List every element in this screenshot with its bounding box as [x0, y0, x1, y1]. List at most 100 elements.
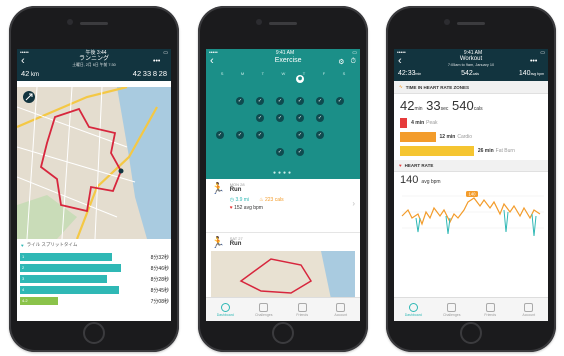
- zone-row: 12 min Cardio: [400, 131, 542, 143]
- more-icon[interactable]: •••: [153, 58, 167, 65]
- gear-icon[interactable]: ⚙: [338, 58, 344, 66]
- phone-right: ••••• 9:41 AM ▭ ‹ Workout 7:05am to 9am, Ja…: [386, 6, 556, 352]
- day-complete-check-icon[interactable]: ✓: [316, 114, 324, 122]
- heart-rate-unit: avg bpm: [421, 179, 441, 186]
- page-title: Workout: [459, 56, 483, 62]
- today-marker-icon[interactable]: ⬢: [296, 75, 304, 83]
- back-icon[interactable]: ‹: [210, 56, 224, 67]
- nav-bar: ‹ ランニング 土曜日, 2月 6日 午前 7:30 •••: [17, 56, 171, 67]
- day-complete-check-icon[interactable]: ✓: [316, 97, 324, 105]
- page-title: Exercise: [274, 57, 302, 65]
- weekday-label: M: [240, 71, 245, 76]
- more-icon[interactable]: •••: [530, 58, 544, 65]
- battery-icon: ▭: [352, 49, 357, 56]
- split-time: 7分08秒: [150, 299, 169, 305]
- split-bar: 1: [20, 253, 113, 261]
- weekday-label: T: [261, 71, 265, 76]
- stat-bpm: 140: [518, 70, 531, 78]
- front-camera: [67, 19, 73, 25]
- day-complete-check-icon[interactable]: ✓: [276, 148, 284, 156]
- total-sec: 33: [426, 98, 441, 114]
- weekday-label: T: [302, 71, 306, 76]
- stat-duration-c: 8: [152, 69, 157, 79]
- tab-challenges[interactable]: Challenges: [245, 298, 284, 321]
- day-complete-check-icon[interactable]: ✓: [256, 131, 264, 139]
- heart-rate-value: 140: [400, 174, 419, 187]
- split-time: 8分45秒: [150, 288, 169, 294]
- stat-distance-unit: km: [31, 72, 40, 79]
- split-time: 8分46秒: [150, 266, 169, 272]
- split-row: 4 8分45秒: [17, 285, 171, 295]
- phone-left: ••••• 午後 3:44 ▭ ‹ ランニング 土曜日, 2月 6日 午前 7:30 …: [9, 6, 179, 352]
- workout-header: ••••• 9:41 AM ▭ ‹ Workout 7:05am to 9am, Ja…: [394, 49, 548, 82]
- tab-label: Account: [522, 312, 536, 317]
- status-bar: ••••• 9:41 AM ▭: [206, 49, 360, 56]
- zone-label: 4 min Peak: [411, 120, 437, 126]
- page-subtitle: 土曜日, 2月 6日 午前 7:30: [72, 62, 116, 67]
- split-time: 8分32秒: [150, 255, 169, 261]
- page-title: ランニング: [78, 56, 109, 62]
- exercise-card-2[interactable]: 🏃 SAT 27 Run: [206, 233, 360, 304]
- day-complete-check-icon[interactable]: ✓: [296, 97, 304, 105]
- back-icon[interactable]: ‹: [21, 56, 35, 67]
- day-complete-check-icon[interactable]: ✓: [296, 148, 304, 156]
- tab-account[interactable]: Account: [322, 298, 361, 321]
- stat-calories-unit: cals: [472, 72, 479, 77]
- nav-title: ランニング 土曜日, 2月 6日 午前 7:30: [72, 56, 115, 67]
- zones-total: 42min 33sec 540cals: [394, 94, 548, 115]
- status-bar: ••••• 9:41 AM ▭: [394, 49, 548, 56]
- stat-duration-d: 28: [158, 69, 167, 79]
- splits-header: ♥ ライル スプリットタイム: [17, 239, 171, 251]
- route-map-svg: [17, 85, 171, 240]
- home-button[interactable]: [83, 322, 105, 344]
- clock-icon: ◷: [229, 197, 235, 203]
- tab-account[interactable]: Account: [510, 298, 549, 321]
- challenges-icon: [259, 302, 269, 312]
- zone-row: 26 min Fat Burn: [400, 145, 542, 157]
- splits-section: ♥ ライル スプリットタイム 1 8分32秒 2 8分46秒 3 8分28秒 4 8分45秒 4.…: [17, 239, 171, 321]
- total-min: 42: [400, 98, 415, 114]
- split-row: 1 8分32秒: [17, 252, 171, 262]
- card-heart-rate: 152 avg bpm: [234, 205, 263, 211]
- tab-dashboard[interactable]: Dashboard: [394, 298, 433, 321]
- screen-workout: ••••• 9:41 AM ▭ ‹ Workout 7:05am to 9am, Ja…: [394, 49, 548, 321]
- zone-bar: [400, 118, 408, 129]
- stat-distance: 42: [21, 69, 30, 79]
- zone-name: Cardio: [457, 134, 473, 141]
- tab-dashboard[interactable]: Dashboard: [206, 298, 245, 321]
- heart-rate-line: [401, 197, 541, 226]
- home-button[interactable]: [460, 322, 482, 344]
- day-complete-check-icon[interactable]: ✓: [296, 114, 304, 122]
- stat-bpm-unit: avg bpm: [530, 72, 544, 77]
- route-end-marker: [118, 168, 124, 174]
- zone-label: 26 min Fat Burn: [478, 148, 515, 154]
- tab-friends[interactable]: Friends: [283, 298, 322, 321]
- tab-challenges[interactable]: Challenges: [433, 298, 472, 321]
- card-activity: Run: [229, 187, 242, 193]
- day-complete-check-icon[interactable]: ✓: [256, 97, 264, 105]
- home-button[interactable]: [272, 322, 294, 344]
- tab-friends[interactable]: Friends: [471, 298, 510, 321]
- day-complete-check-icon[interactable]: ✓: [296, 131, 304, 139]
- zone-bar: [400, 146, 474, 157]
- tab-label: Dashboard: [216, 312, 234, 317]
- back-icon[interactable]: ‹: [398, 56, 412, 67]
- day-complete-check-icon[interactable]: ✓: [236, 131, 244, 139]
- day-complete-check-icon[interactable]: ✓: [276, 114, 284, 122]
- zone-minutes: 4 min: [411, 120, 425, 127]
- day-complete-check-icon[interactable]: ✓: [276, 97, 284, 105]
- route-map[interactable]: [17, 85, 171, 240]
- stopwatch-icon[interactable]: ⏱: [351, 58, 356, 66]
- day-complete-check-icon[interactable]: ✓: [336, 97, 344, 105]
- nav-title: Workout 7:05am to 9am, January 10: [448, 56, 494, 67]
- dashboard-icon: [220, 302, 230, 312]
- day-complete-check-icon[interactable]: ✓: [316, 131, 324, 139]
- exercise-card-1[interactable]: 🏃 MON 28 Run ◷ 3.9 mi ♨ 223 cals ♥ 152 a…: [206, 179, 360, 233]
- zone-name: Fat Burn: [495, 148, 515, 155]
- exercise-calendar: ✓ ✓ ✓ ✓ ✓ ✓ ✓ ✓ ✓ ✓ ✓ ✓ ✓ ✓ ✓ ✓ ✓ ⬢: [212, 75, 354, 171]
- chart-gridlines: [402, 195, 544, 229]
- day-complete-check-icon[interactable]: ✓: [236, 97, 244, 105]
- day-complete-check-icon[interactable]: ✓: [256, 114, 264, 122]
- day-complete-check-icon[interactable]: ✓: [216, 131, 224, 139]
- summary-stats: 42 km 42 33 8 28: [17, 67, 171, 81]
